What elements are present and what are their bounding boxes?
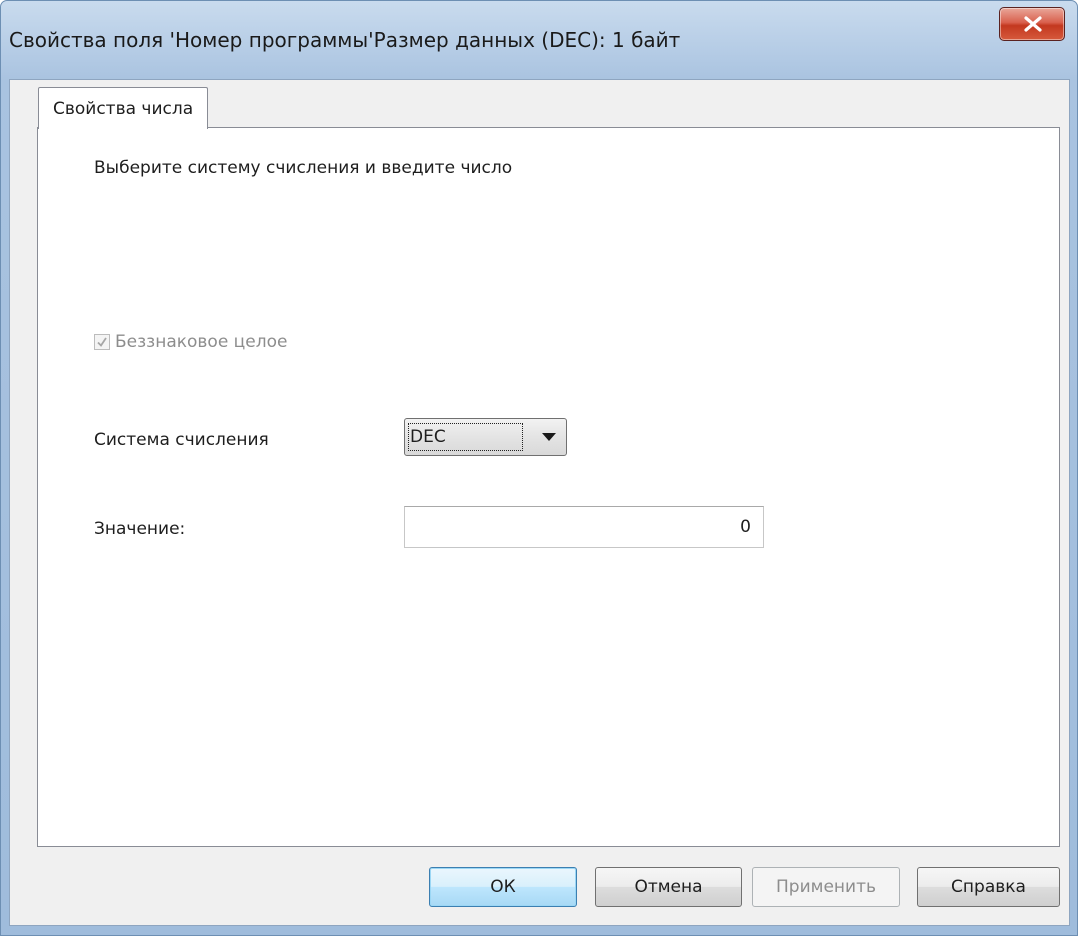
value-input[interactable]: [404, 506, 764, 548]
close-icon: [1024, 16, 1042, 32]
close-button[interactable]: [999, 7, 1065, 41]
ok-button[interactable]: ОК: [429, 867, 577, 907]
checkmark-icon: [97, 337, 107, 347]
unsigned-integer-option: Беззнаковое целое: [94, 331, 287, 353]
tab-panel: Выберите систему счисления и введите чис…: [37, 127, 1060, 847]
radix-selected-value: DEC: [408, 423, 523, 451]
radix-dropdown[interactable]: DEC: [404, 418, 567, 456]
cancel-button[interactable]: Отмена: [595, 867, 742, 907]
window-title: Свойства поля 'Номер программы'Размер да…: [9, 28, 681, 52]
dialog-window: Свойства поля 'Номер программы'Размер да…: [0, 0, 1078, 936]
title-bar[interactable]: Свойства поля 'Номер программы'Размер да…: [1, 1, 1077, 81]
unsigned-integer-label: Беззнаковое целое: [115, 332, 288, 352]
tab-number-properties[interactable]: Свойства числа: [38, 87, 209, 129]
value-label: Значение:: [94, 519, 186, 539]
help-button[interactable]: Справка: [917, 867, 1060, 907]
unsigned-integer-checkbox: [94, 334, 110, 350]
instruction-text: Выберите систему счисления и введите чис…: [94, 158, 513, 178]
dialog-client-area: Свойства числа Выберите систему счислени…: [9, 79, 1070, 926]
chevron-down-icon: [542, 433, 556, 441]
apply-button: Применить: [752, 867, 900, 907]
radix-label: Система счисления: [94, 430, 269, 450]
